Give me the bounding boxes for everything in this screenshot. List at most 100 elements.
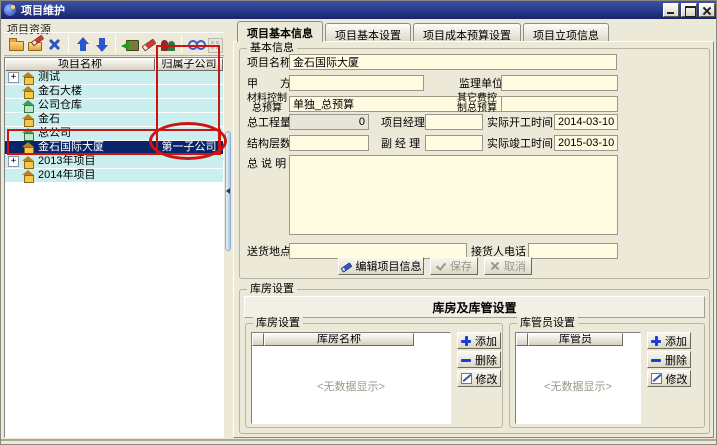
project-resource-panel: 项目资源 项目名称 归属子公司 +测试金石大楼公司仓库金石总公司金石国际大厦第一… <box>3 19 225 439</box>
warehouse-name-column-header[interactable]: 库房名称 <box>264 333 414 346</box>
structure-label: 结构层数 <box>247 138 291 151</box>
window-bottom-frame <box>1 439 717 445</box>
no-data-text: <无数据显示> <box>516 378 640 394</box>
app-icon <box>4 4 16 16</box>
column-header-subsidiary[interactable]: 归属子公司 <box>155 58 223 71</box>
warehouse-add-button[interactable]: 添加 <box>457 332 501 349</box>
tab-1[interactable]: 项目基本信息 <box>237 21 323 42</box>
house-yellow-icon <box>22 114 35 126</box>
tree-item-label: 测试 <box>38 71 60 84</box>
warehouse-edit-button[interactable]: 修改 <box>457 370 501 387</box>
edit-label: 修改 <box>476 371 498 387</box>
warehouse-section-header: 库房及库管设置 <box>244 296 705 318</box>
move-up-icon[interactable] <box>74 36 91 53</box>
supervisor-input[interactable] <box>501 75 618 91</box>
actual-start-input[interactable] <box>554 114 618 130</box>
tab-bar: 项目基本信息项目基本设置项目成本预算设置项目立项信息 <box>237 20 611 41</box>
keeper-column-header[interactable]: 库管员 <box>528 333 623 346</box>
tree-row[interactable]: 2014年项目 <box>5 169 223 183</box>
pm-input[interactable] <box>425 114 483 130</box>
actual-end-input[interactable] <box>554 135 618 151</box>
maximize-button[interactable] <box>681 3 697 17</box>
edit-project-button[interactable]: 编辑项目信息 <box>338 257 424 275</box>
import-icon[interactable] <box>121 36 138 53</box>
tab-3[interactable]: 项目成本预算设置 <box>413 23 521 41</box>
keeper-list-header: 库管员 <box>516 333 640 346</box>
expand-icon[interactable]: + <box>8 156 19 167</box>
splitter-handle[interactable] <box>225 131 231 251</box>
tree-item-label: 金石 <box>38 113 60 126</box>
tree-row[interactable]: 金石大楼 <box>5 85 223 99</box>
summary-label: 总 说 明 <box>247 158 286 171</box>
diagram-disabled-icon <box>206 36 223 53</box>
tree-item-label: 金石国际大厦 <box>38 141 104 154</box>
tree-row[interactable]: 总公司 <box>5 127 223 141</box>
tree-rows: +测试金石大楼公司仓库金石总公司金石国际大厦第一子公司+2013年项目2014年… <box>5 71 223 183</box>
tree-toolbar <box>4 32 224 56</box>
no-data-text: <无数据显示> <box>252 378 450 394</box>
window-title: 项目维护 <box>21 2 661 18</box>
minimize-button[interactable] <box>663 3 679 17</box>
project-tree: 项目名称 归属子公司 +测试金石大楼公司仓库金石总公司金石国际大厦第一子公司+2… <box>4 57 224 438</box>
tree-row[interactable]: +2013年项目 <box>5 155 223 169</box>
pen-icon <box>341 261 352 272</box>
total-quantity-input[interactable] <box>289 114 369 130</box>
edit-folder-icon[interactable] <box>27 36 44 53</box>
house-yellow-icon <box>22 86 35 98</box>
tree-row[interactable]: 金石国际大厦第一子公司 <box>5 141 223 155</box>
find-icon[interactable] <box>187 36 204 53</box>
structure-input[interactable] <box>289 135 369 151</box>
house-green-icon <box>22 100 35 112</box>
row-selector-header <box>252 333 264 346</box>
project-name-input[interactable] <box>289 54 617 70</box>
house-yellow-icon <box>22 142 35 154</box>
tree-row[interactable]: 公司仓库 <box>5 99 223 113</box>
panel-splitter <box>225 19 232 439</box>
delete-icon[interactable] <box>46 36 63 53</box>
warehouse-subgroup-title: 库房设置 <box>253 317 303 329</box>
users-icon[interactable] <box>159 36 176 53</box>
app-window: 项目维护 项目资源 项目名称 归属子公司 +测试金石大楼公司仓库金石总公司金石国… <box>0 0 717 445</box>
receiver-phone-input[interactable] <box>528 243 618 259</box>
open-folder-icon[interactable] <box>8 36 25 53</box>
pen-icon[interactable] <box>140 36 157 53</box>
other-budget-input[interactable] <box>501 96 618 112</box>
tree-row[interactable]: 金石 <box>5 113 223 127</box>
keeper-list: 库管员 <无数据显示> <box>515 332 641 424</box>
column-header-project-name[interactable]: 项目名称 <box>5 58 155 71</box>
party-a-input[interactable] <box>289 75 424 91</box>
house-yellow-icon <box>22 156 35 168</box>
deputy-input[interactable] <box>425 135 483 151</box>
delivery-label: 送货地点 <box>247 246 291 259</box>
total-quantity-label: 总工程量 <box>247 117 291 130</box>
close-button[interactable] <box>699 3 715 17</box>
other-budget-label: 其它费控 制总预算 <box>455 94 499 114</box>
save-button[interactable]: 保存 <box>430 257 478 275</box>
keeper-edit-button[interactable]: 修改 <box>647 370 691 387</box>
add-label: 添加 <box>665 333 687 349</box>
add-label: 添加 <box>475 333 497 349</box>
house-green-icon <box>22 128 35 140</box>
tab-2[interactable]: 项目基本设置 <box>325 23 411 41</box>
remove-label: 删除 <box>665 352 687 368</box>
deputy-label: 副 经 理 <box>381 138 420 151</box>
toolbar-separator <box>181 36 182 52</box>
keeper-remove-button[interactable]: 删除 <box>647 351 691 368</box>
keeper-add-button[interactable]: 添加 <box>647 332 691 349</box>
warehouse-remove-button[interactable]: 删除 <box>457 351 501 368</box>
keeper-subgroup-title: 库管员设置 <box>517 317 578 329</box>
tree-row[interactable]: + 测试 <box>5 71 223 85</box>
expand-icon[interactable]: + <box>8 72 19 83</box>
tab-4[interactable]: 项目立项信息 <box>523 23 609 41</box>
tree-item-label: 2013年项目 <box>38 155 95 168</box>
cancel-button[interactable]: 取消 <box>484 257 532 275</box>
group-title: 基本信息 <box>247 42 297 54</box>
actual-start-label: 实际开工时间 <box>487 117 553 130</box>
supervisor-label: 监理单位 <box>459 78 503 91</box>
move-down-icon[interactable] <box>93 36 110 53</box>
warehouse-list: 库房名称 <无数据显示> <box>251 332 451 424</box>
minus-icon <box>461 355 471 365</box>
summary-textarea[interactable] <box>289 155 618 235</box>
tree-header: 项目名称 归属子公司 <box>5 58 223 71</box>
row-selector-header <box>516 333 528 346</box>
